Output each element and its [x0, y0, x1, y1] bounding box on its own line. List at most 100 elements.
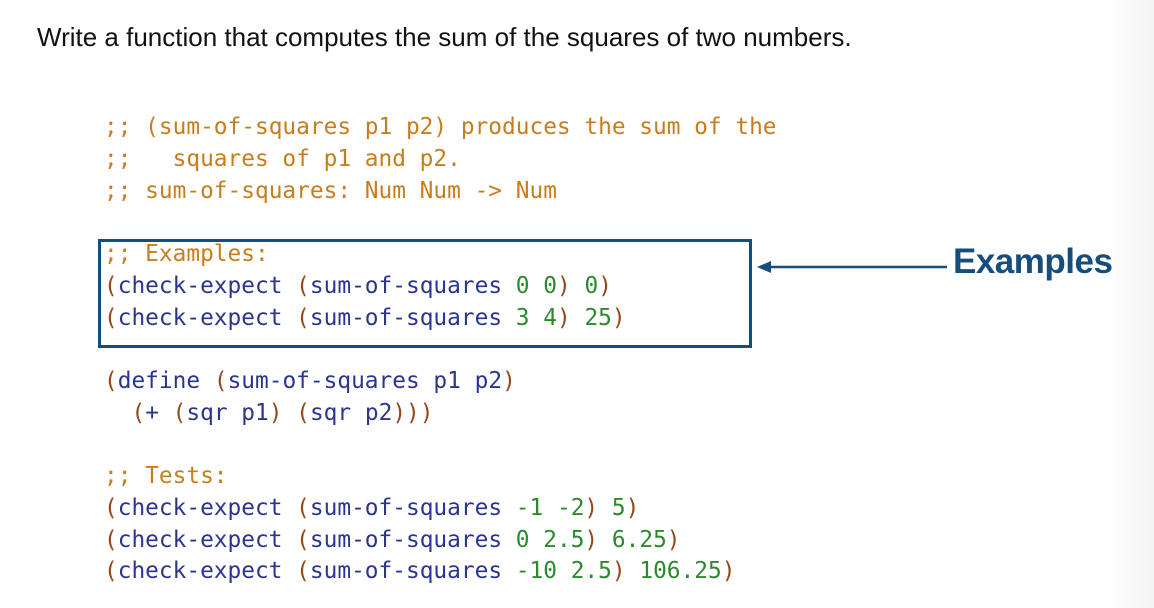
paren: ) [625, 494, 640, 521]
arguments: 0 0 [515, 272, 557, 299]
define-body-line: (+ (sqr p1) (sqr p2))) [104, 398, 516, 430]
check-expect-keyword: check-expect [117, 272, 283, 299]
paren: ) [502, 368, 516, 394]
test-row: (check-expect (sum-of-squares -10 2.5) 1… [104, 556, 735, 588]
paren: ( [296, 558, 310, 585]
test-row: (check-expect (sum-of-squares 0 2.5) 6.2… [104, 525, 735, 557]
check-expect-keyword: check-expect [117, 558, 283, 585]
arguments: -1 -2 [515, 494, 585, 521]
paren: ) [556, 272, 571, 299]
define-header-line: (define (sum-of-squares p1 p2) [104, 366, 516, 398]
arguments: 3 4 [515, 304, 557, 331]
paren: ( [104, 526, 118, 553]
paren: ( [172, 399, 187, 426]
paren: ( [296, 304, 310, 331]
paren: ) [598, 272, 612, 299]
sqr-call: sqr p1 [186, 399, 269, 426]
sqr-call: sqr p2 [309, 399, 393, 426]
check-expect-keyword: check-expect [117, 494, 283, 521]
arguments: -10 2.5 [515, 558, 612, 585]
paren: ( [296, 526, 310, 553]
paren: ( [104, 368, 118, 394]
examples-header: ;; Examples: [104, 241, 269, 267]
comment-marker: ;; [104, 177, 132, 204]
paren: ) [584, 494, 599, 521]
comment-text: sum-of-squares: Num Num -> Num [131, 177, 557, 204]
comment-marker: ;; [104, 145, 132, 172]
paren: ( [104, 304, 118, 331]
arguments: 0 2.5 [515, 526, 585, 553]
function-header: sum-of-squares p1 p2 [227, 368, 503, 394]
paren: ( [131, 399, 146, 426]
plus-operator: + [145, 399, 159, 426]
paren: ( [296, 494, 310, 521]
problem-statement: Write a function that computes the sum o… [37, 22, 852, 52]
purpose-line-2: ;; squares of p1 and p2. [104, 144, 777, 176]
function-call: sum-of-squares [309, 304, 503, 331]
function-definition: (define (sum-of-squares p1 p2) (+ (sqr p… [104, 366, 516, 430]
comment-marker: ;; [104, 114, 132, 140]
purpose-line-1: ;; (sum-of-squares p1 p2) produces the s… [104, 112, 777, 144]
arrow-head [757, 261, 771, 273]
paren: ( [104, 494, 118, 521]
expected-value: 5 [611, 494, 626, 521]
function-call: sum-of-squares [309, 494, 503, 521]
examples-callout-label: Examples [953, 242, 1113, 281]
paren: ) [721, 558, 736, 585]
tests-block: ;; Tests: (check-expect (sum-of-squares -… [104, 461, 735, 588]
comment-text: (sum-of-squares p1 p2) produces the sum … [131, 114, 777, 140]
arrow-left-icon [757, 261, 947, 273]
paren: ( [104, 558, 118, 585]
comment-text: squares of p1 and p2. [131, 145, 461, 172]
define-keyword: define [117, 368, 201, 394]
expected-value: 6.25 [611, 526, 667, 553]
paren: ) [392, 399, 407, 426]
test-row: (check-expect (sum-of-squares -1 -2) 5) [104, 493, 735, 525]
check-expect-keyword: check-expect [117, 304, 283, 331]
function-call: sum-of-squares [309, 558, 503, 585]
paren: ) [419, 399, 434, 426]
purpose-block: ;; (sum-of-squares p1 p2) produces the s… [104, 112, 777, 207]
paren: ) [611, 304, 626, 331]
example-row: (check-expect (sum-of-squares 0 0) 0) [104, 271, 626, 303]
expected-value: 0 [584, 272, 599, 299]
function-call: sum-of-squares [309, 272, 503, 299]
paren: ( [296, 272, 310, 299]
example-row: (check-expect (sum-of-squares 3 4) 25) [104, 303, 626, 335]
paren: ) [556, 304, 571, 331]
expected-value: 25 [584, 304, 612, 331]
signature-line: ;; sum-of-squares: Num Num -> Num [104, 176, 777, 208]
paren: ) [666, 526, 681, 553]
paren: ) [268, 399, 283, 426]
check-expect-keyword: check-expect [117, 526, 283, 553]
paren: ( [296, 399, 310, 426]
tests-header: ;; Tests: [104, 463, 228, 489]
expected-value: 106.25 [639, 558, 722, 585]
paren: ( [213, 368, 228, 394]
paren: ) [611, 558, 626, 585]
function-call: sum-of-squares [309, 526, 503, 553]
paren: ) [406, 399, 420, 426]
paren: ) [584, 526, 599, 553]
paren: ( [104, 272, 118, 299]
examples-block: ;; Examples: (check-expect (sum-of-square… [104, 239, 626, 334]
